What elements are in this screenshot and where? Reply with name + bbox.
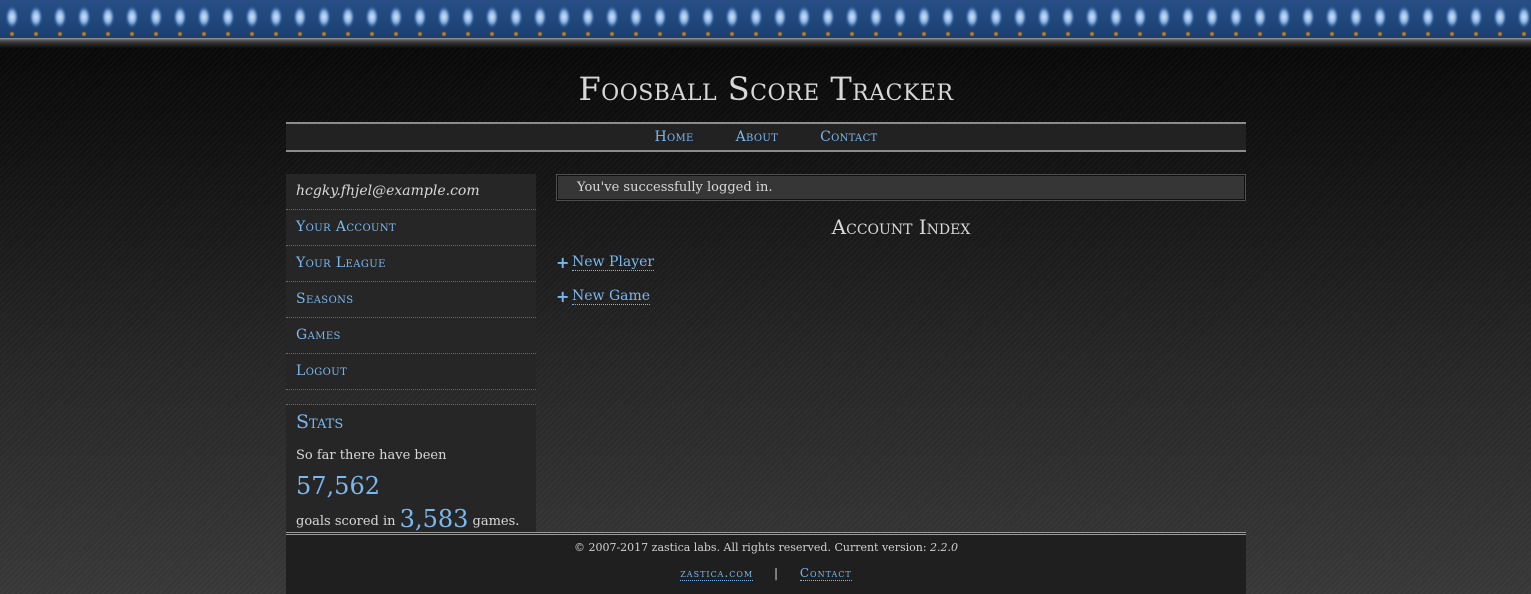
stats-panel: Stats So far there have been 57,562 goal… [286,404,536,548]
plus-icon: + [556,286,570,306]
version-number: 2.2.0 [930,541,959,554]
sidebar-item-seasons[interactable]: Seasons [286,282,536,318]
stats-suffix: games. [472,514,520,529]
stats-prefix: So far there have been [296,448,447,463]
nav-home[interactable]: Home [654,129,693,145]
footer-links: zastica.com | Contact [286,566,1246,581]
stats-text: So far there have been 57,562 goals scor… [296,441,526,537]
nav-about[interactable]: About [736,129,778,145]
footer-copyright: © 2007-2017 zastica labs. All rights res… [286,541,1246,554]
top-nav: Home About Contact [286,122,1246,152]
sidebar-item-logout[interactable]: Logout [286,354,536,390]
games-count: 3,583 [399,505,469,533]
flash-message: You've successfully logged in. [556,174,1246,201]
site-title: Foosball Score Tracker [578,70,954,108]
footer-link-zastica[interactable]: zastica.com [680,566,754,581]
new-player-link[interactable]: New Player [572,254,655,271]
new-game-action: + New Game [556,283,1246,309]
footer-link-contact[interactable]: Contact [799,566,852,581]
banner-trim [0,38,1531,48]
footer-separator: | [773,566,780,580]
stats-title: Stats [296,411,344,433]
decorative-banner [0,0,1531,38]
sidebar-item-your-league[interactable]: Your League [286,246,536,282]
page-heading: Account Index [831,215,971,239]
sidebar: hcgky.fhjel@example.com Your Account You… [286,174,536,548]
new-player-action: + New Player [556,249,1246,275]
goals-count: 57,562 [296,472,380,500]
copyright-text: © 2007-2017 zastica labs. All rights res… [573,541,927,554]
new-game-link[interactable]: New Game [572,288,651,305]
user-email: hcgky.fhjel@example.com [286,174,536,210]
plus-icon: + [556,252,570,272]
sidebar-item-games[interactable]: Games [286,318,536,354]
stats-middle: goals scored in [296,514,396,529]
nav-contact[interactable]: Contact [820,129,877,145]
main-content: You've successfully logged in. Account I… [556,174,1246,317]
footer: © 2007-2017 zastica labs. All rights res… [286,532,1246,594]
sidebar-item-your-account[interactable]: Your Account [286,210,536,246]
